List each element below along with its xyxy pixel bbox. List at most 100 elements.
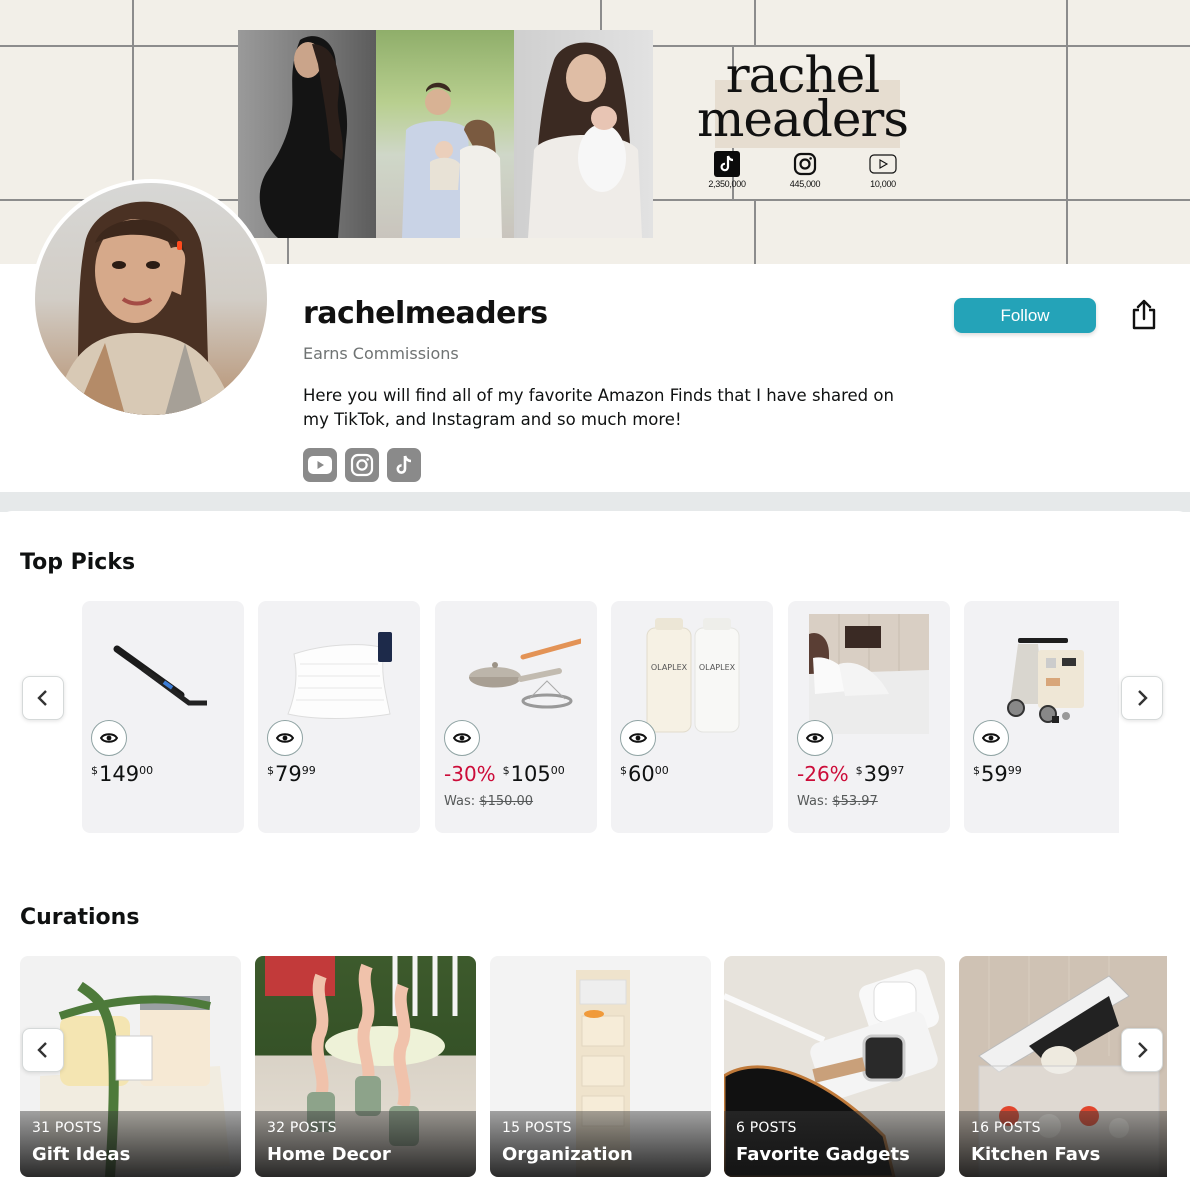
curation-card[interactable]: 32 POSTS Home Decor [255, 956, 476, 1177]
price-fraction: 00 [139, 764, 154, 777]
product-price: -26% $ 39 97 [797, 761, 904, 787]
social-links [303, 448, 421, 482]
price-whole: 79 [275, 762, 302, 786]
was-amount: $53.97 [832, 794, 878, 809]
section-divider [0, 492, 1190, 512]
product-price: $ 59 99 [973, 761, 1022, 787]
chevron-left-icon [37, 1042, 47, 1058]
curation-name: Favorite Gadgets [736, 1144, 910, 1165]
product-card[interactable]: -30% $ 105 00 Was: $150.00 [435, 601, 597, 833]
product-image-olaplex: OLAPLEX OLAPLEX [621, 613, 763, 735]
stat-value: 445,000 [789, 179, 821, 189]
follow-button[interactable]: Follow [954, 298, 1096, 333]
stat-value: 10,000 [870, 179, 896, 189]
discount-percent: -30% [444, 762, 496, 786]
youtube-icon [308, 456, 332, 474]
was-price: Was: $53.97 [797, 794, 878, 809]
banner-tile [1067, 46, 1190, 200]
product-image-curling-iron [92, 613, 234, 735]
product-price: -30% $ 105 00 [444, 761, 565, 787]
price-fraction: 97 [890, 764, 905, 777]
product-card[interactable]: $ 79 99 [258, 601, 420, 833]
curation-post-count: 32 POSTS [267, 1120, 337, 1136]
banner-tile [755, 200, 1067, 264]
curation-name: Kitchen Favs [971, 1144, 1101, 1165]
was-label: Was: [444, 794, 476, 809]
price-whole: 59 [981, 762, 1008, 786]
product-card[interactable]: OLAPLEX OLAPLEX $ 60 00 [611, 601, 773, 833]
eye-icon [100, 733, 118, 743]
tiktok-icon [396, 455, 412, 474]
stat-tiktok: 2,350,000 [697, 151, 757, 189]
banner-photo-family [376, 30, 514, 238]
curation-post-count: 16 POSTS [971, 1120, 1041, 1136]
profile-bio: Here you will find all of my favorite Am… [303, 386, 894, 429]
svg-text:OLAPLEX: OLAPLEX [699, 663, 736, 672]
banner-tile [1067, 200, 1190, 264]
share-icon [1132, 299, 1156, 330]
username: rachelmeaders [303, 296, 548, 331]
price-fraction: 00 [550, 764, 565, 777]
curation-post-count: 6 POSTS [736, 1120, 797, 1136]
product-image-pillows [268, 613, 410, 735]
price-whole: 105 [510, 762, 551, 786]
product-image-pan [445, 613, 587, 735]
quick-view-button[interactable] [444, 720, 480, 756]
curation-name: Home Decor [267, 1144, 391, 1165]
youtube-icon [869, 152, 897, 176]
price-currency: $ [620, 764, 627, 777]
eye-icon [276, 733, 294, 743]
product-card[interactable]: -26% $ 39 97 Was: $53.97 [788, 601, 950, 833]
discount-percent: -26% [797, 762, 849, 786]
svg-text:OLAPLEX: OLAPLEX [651, 663, 688, 672]
curations-prev-button[interactable] [22, 1028, 64, 1072]
price-currency: $ [91, 764, 98, 777]
quick-view-button[interactable] [91, 720, 127, 756]
product-price: $ 79 99 [267, 761, 316, 787]
instagram-link[interactable] [345, 448, 379, 482]
quick-view-button[interactable] [973, 720, 1009, 756]
banner-brand: rachel meaders 2,350,000 445,000 10,000 [695, 46, 910, 196]
chevron-left-icon [37, 690, 47, 706]
curation-card[interactable]: 6 POSTS Favorite Gadgets [724, 956, 945, 1177]
price-fraction: 00 [654, 764, 669, 777]
stat-youtube: 10,000 [853, 152, 913, 189]
product-price: $ 149 00 [91, 761, 153, 787]
was-amount: $150.00 [479, 794, 534, 809]
curation-name: Organization [502, 1144, 633, 1165]
banner-tile [1067, 0, 1190, 46]
product-image-walker [974, 613, 1116, 735]
banner-photo-newborn [514, 30, 653, 238]
banner-photo-maternity [238, 30, 376, 238]
price-currency: $ [855, 764, 863, 777]
product-card[interactable]: $ 149 00 [82, 601, 244, 833]
tiktok-icon [713, 151, 741, 177]
eye-icon [806, 733, 824, 743]
share-button[interactable] [1128, 296, 1160, 332]
product-image-sheets [798, 613, 940, 735]
banner-tile [0, 0, 133, 46]
curation-post-count: 31 POSTS [32, 1120, 102, 1136]
was-label: Was: [797, 794, 829, 809]
curations-next-button[interactable] [1121, 1028, 1163, 1072]
quick-view-button[interactable] [797, 720, 833, 756]
top-picks-title: Top Picks [20, 550, 136, 575]
product-card[interactable]: $ 59 99 [964, 601, 1119, 833]
quick-view-button[interactable] [267, 720, 303, 756]
price-currency: $ [973, 764, 980, 777]
eye-icon [982, 733, 1000, 743]
stat-value: 2,350,000 [708, 179, 746, 189]
curation-card[interactable]: 15 POSTS Organization [490, 956, 711, 1177]
curations-title: Curations [20, 905, 140, 930]
brand-line-2: meaders [697, 90, 909, 148]
banner-tile [755, 0, 1067, 46]
chevron-right-icon [1138, 690, 1148, 706]
instagram-icon [791, 152, 819, 176]
quick-view-button[interactable] [620, 720, 656, 756]
banner-tile [0, 46, 133, 200]
youtube-link[interactable] [303, 448, 337, 482]
tiktok-link[interactable] [387, 448, 421, 482]
top-picks-next-button[interactable] [1121, 676, 1163, 720]
price-fraction: 99 [301, 764, 316, 777]
top-picks-prev-button[interactable] [22, 676, 64, 720]
